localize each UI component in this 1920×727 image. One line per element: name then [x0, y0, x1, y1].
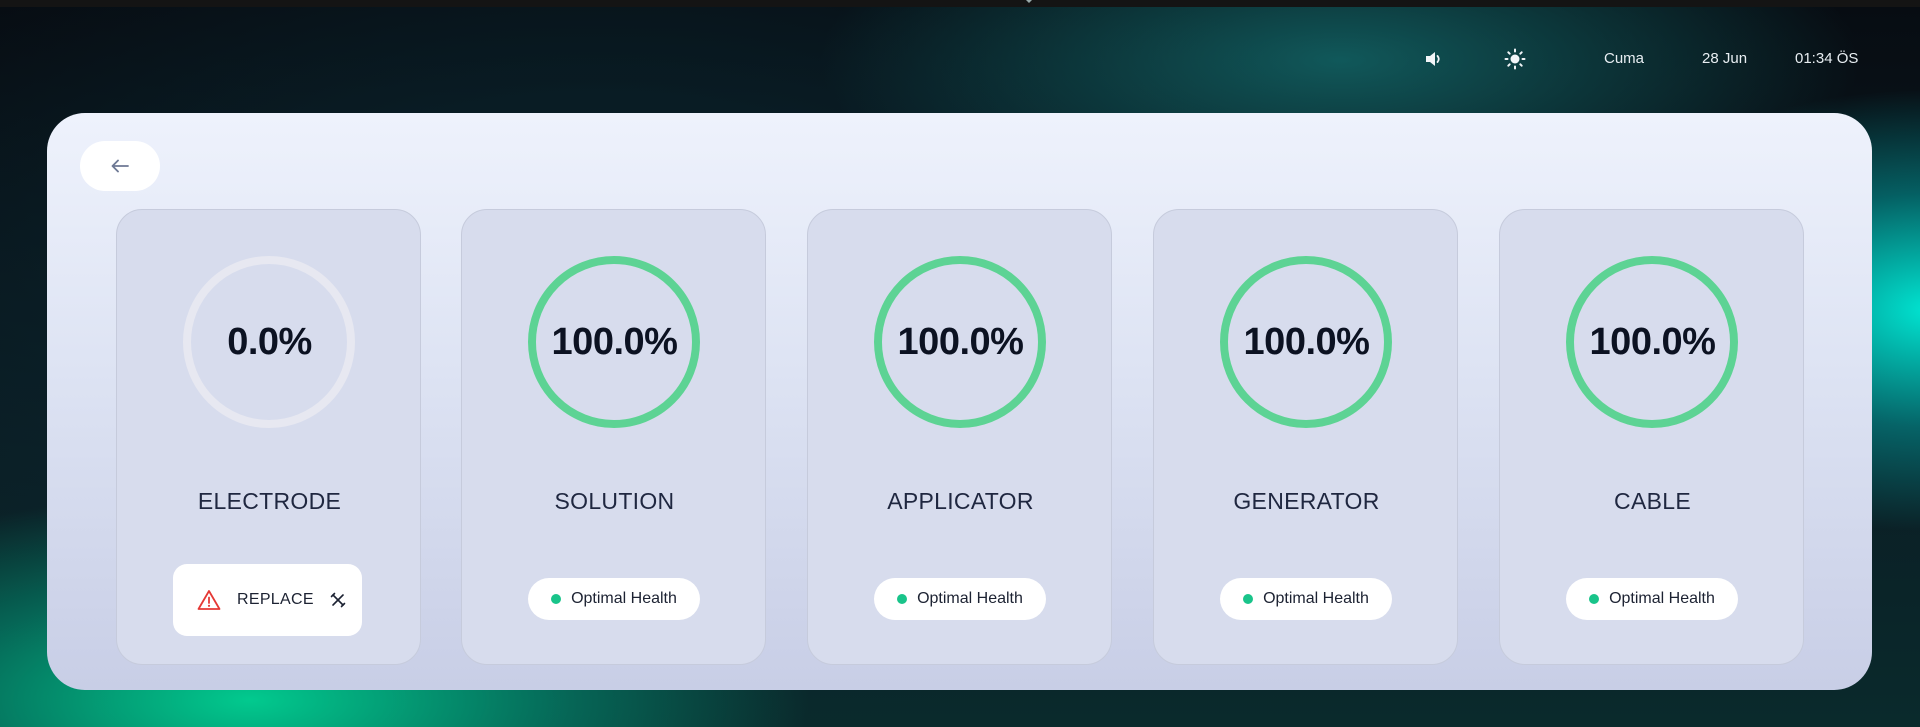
component-card-generator[interactable]: 100.0% GENERATOR Optimal Health: [1153, 209, 1458, 665]
replace-label: REPLACE: [237, 591, 314, 608]
component-card-electrode[interactable]: 0.0% ELECTRODE REPLACE: [116, 209, 421, 665]
component-name: GENERATOR: [1233, 488, 1380, 514]
component-name: SOLUTION: [554, 488, 675, 514]
replace-button[interactable]: REPLACE: [173, 564, 362, 636]
status-badge: Optimal Health: [528, 578, 700, 620]
warning-triangle-icon: [197, 590, 221, 610]
component-card-cable[interactable]: 100.0% CABLE Optimal Health: [1499, 209, 1804, 665]
back-button[interactable]: [80, 141, 160, 191]
component-name: APPLICATOR: [887, 488, 1034, 514]
component-name: CABLE: [1614, 488, 1691, 514]
arrow-left-icon: [111, 159, 129, 173]
status-label: Optimal Health: [571, 590, 677, 607]
component-card-applicator[interactable]: 100.0% APPLICATOR Optimal Health: [807, 209, 1112, 665]
tools-icon: [330, 592, 346, 608]
top-pull-indicator[interactable]: [1026, 0, 1032, 4]
status-label: Optimal Health: [917, 590, 1023, 607]
status-badge: Optimal Health: [1566, 578, 1738, 620]
health-percent: 100.0%: [1589, 320, 1716, 363]
health-percent: 100.0%: [1243, 320, 1370, 363]
status-time: 01:34 ÖS: [1795, 50, 1859, 67]
status-dot-icon: [897, 594, 908, 604]
status-label: Optimal Health: [1263, 590, 1369, 607]
volume-icon[interactable]: [1423, 48, 1445, 70]
status-badge: Optimal Health: [874, 578, 1046, 620]
status-date: 28 Jun: [1702, 50, 1748, 67]
health-percent: 0.0%: [227, 320, 312, 363]
component-card-solution[interactable]: 100.0% SOLUTION Optimal Health: [461, 209, 766, 665]
top-strip: [0, 0, 1920, 7]
status-day: Cuma: [1604, 50, 1645, 67]
status-label: Optimal Health: [1609, 590, 1715, 607]
health-percent: 100.0%: [551, 320, 678, 363]
status-dot-icon: [1589, 594, 1600, 604]
brightness-icon[interactable]: [1504, 48, 1526, 70]
status-badge: Optimal Health: [1220, 578, 1392, 620]
health-percent: 100.0%: [897, 320, 1024, 363]
status-dot-icon: [551, 594, 562, 604]
status-dot-icon: [1243, 594, 1254, 604]
component-name: ELECTRODE: [197, 488, 342, 514]
